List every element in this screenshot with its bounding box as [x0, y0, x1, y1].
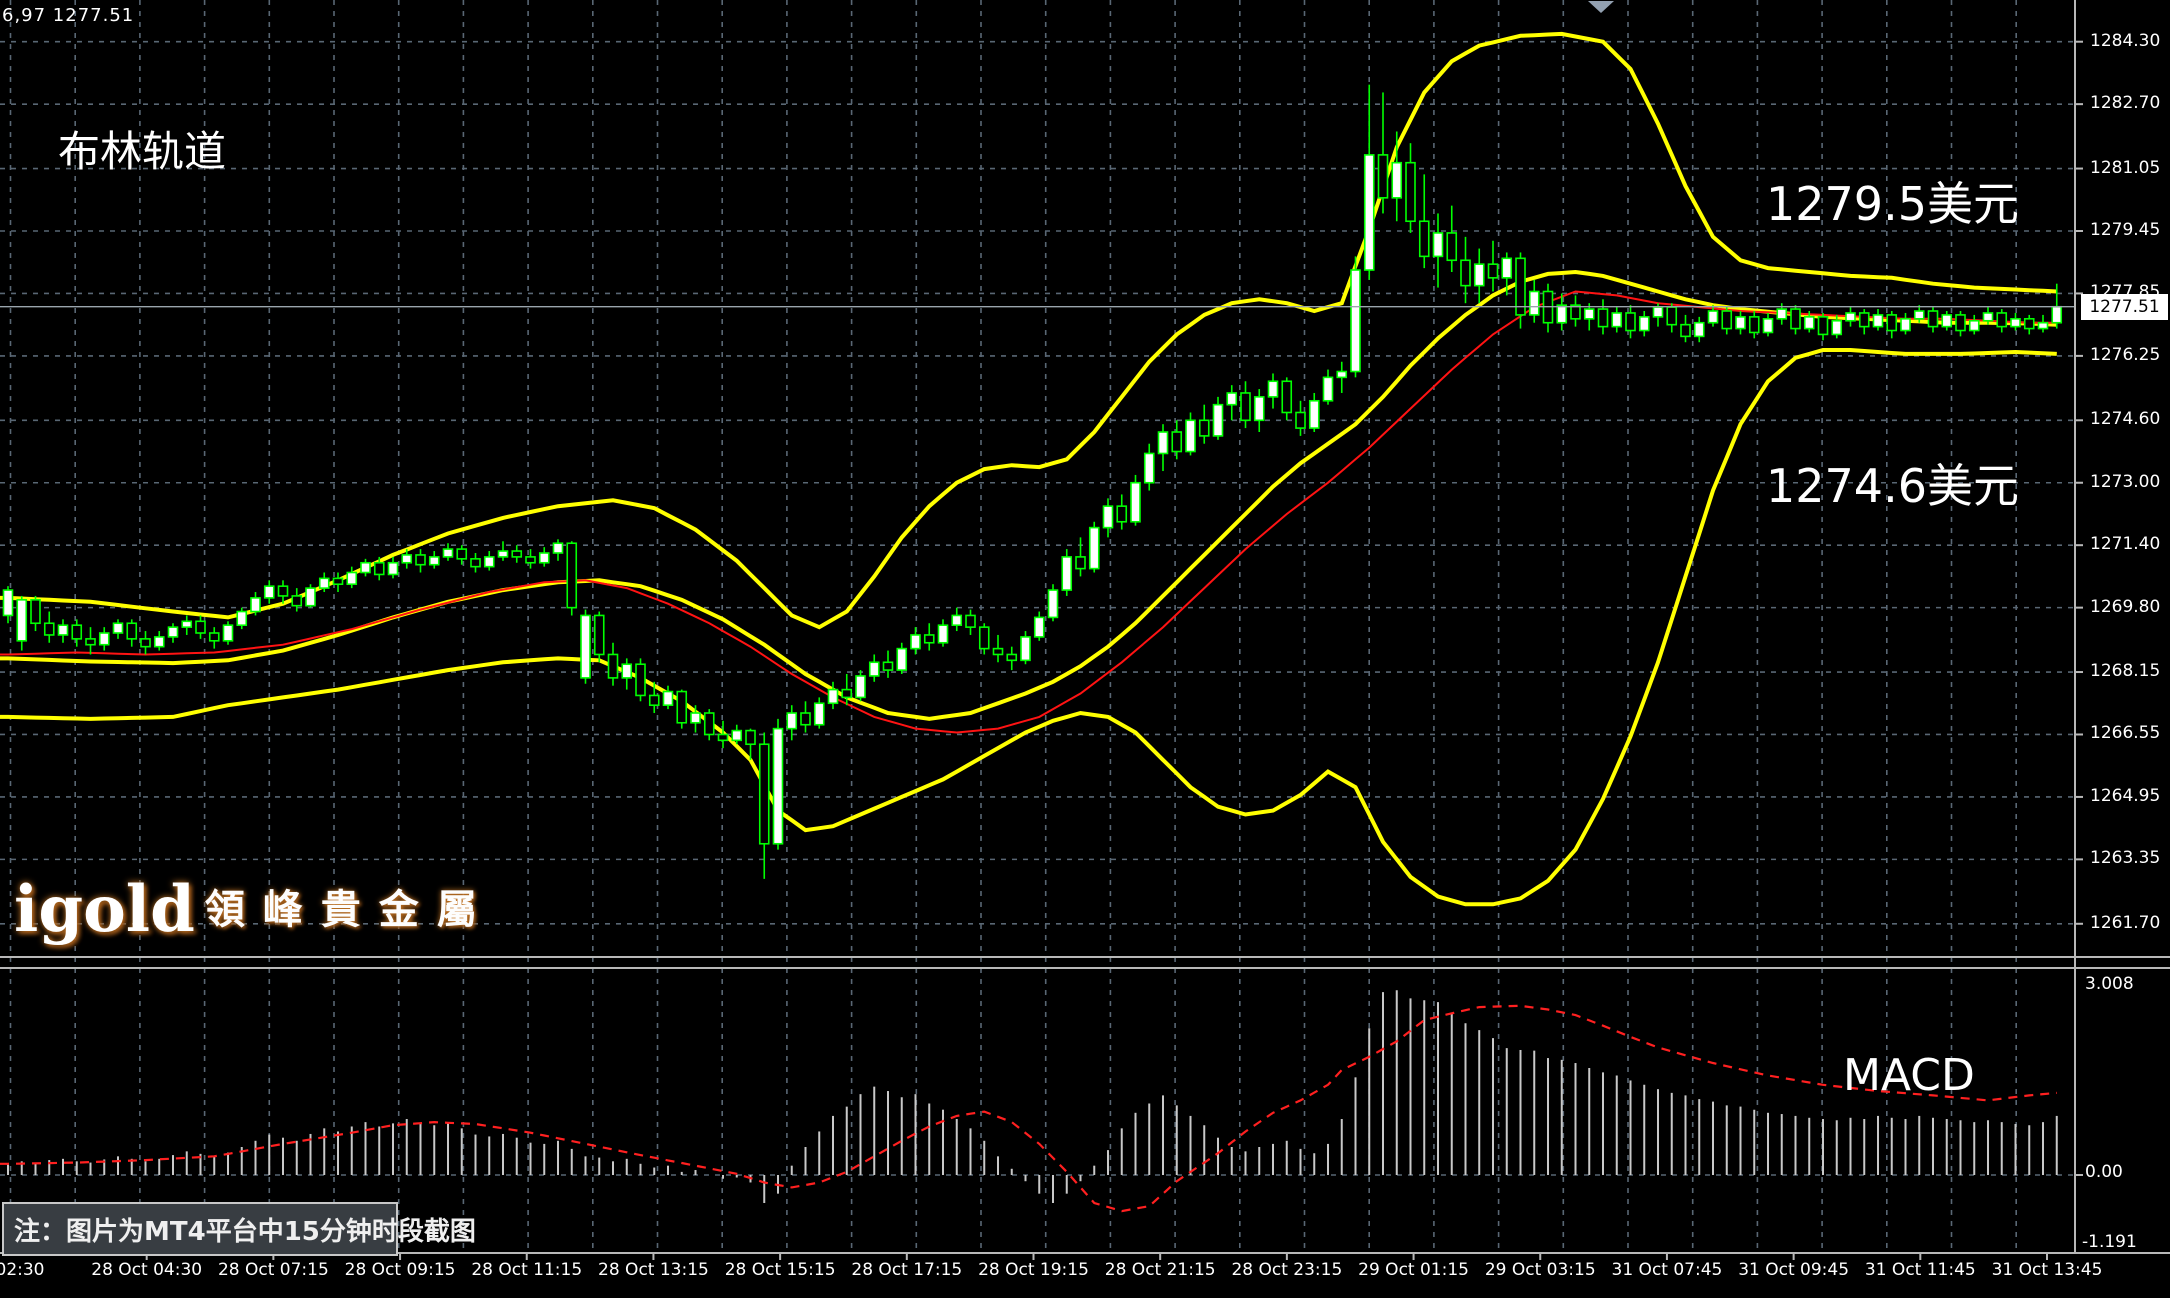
watermark-cjk-text: 領峰貴金屬	[205, 887, 495, 933]
lower-band-price-label: 1274.6美元	[1766, 450, 2019, 516]
macd-axis-max: 3.008	[2085, 976, 2134, 993]
candlesticks	[4, 85, 2062, 879]
screenshot-note-text: 注：图片为MT4平台中15分钟时段截图	[14, 1211, 476, 1248]
price-tick-label: 1264.95	[2090, 788, 2160, 805]
macd-signal-line	[0, 1006, 2057, 1211]
price-tick-label: 1263.35	[2090, 850, 2160, 867]
time-tick-label: 31 Oct 07:45	[1612, 1262, 1723, 1279]
price-tick-label: 1276.25	[2090, 347, 2160, 364]
macd-axis-min: -1.191	[2082, 1234, 2137, 1251]
mt4-chart-window: 6,97 1277.51 布林轨道 1279.5美元 1274.6美元 MACD…	[0, 0, 2170, 1298]
time-tick-label: 29 Oct 01:15	[1358, 1262, 1469, 1279]
price-tick-label: 1281.05	[2090, 160, 2160, 177]
macd-axis-zero: 0.00	[2085, 1164, 2123, 1181]
time-tick-label: 28 Oct 23:15	[1231, 1262, 1342, 1279]
igold-watermark: igold領峰貴金屬	[14, 872, 495, 947]
price-tick-label: 1273.00	[2090, 474, 2160, 491]
bollinger-lower	[0, 350, 2057, 904]
time-tick-label: 31 Oct 09:45	[1738, 1262, 1849, 1279]
quote-header: 6,97 1277.51	[2, 5, 134, 26]
bollinger-band-label: 布林轨道	[58, 118, 226, 179]
price-tick-label: 1284.30	[2090, 33, 2160, 50]
time-tick-label: 28 Oct 19:15	[978, 1262, 1089, 1279]
price-tick-label: 1266.55	[2090, 725, 2160, 742]
price-tick-label: 1269.80	[2090, 599, 2160, 616]
time-tick-label: 28 Oct 07:15	[218, 1262, 329, 1279]
time-tick-label: 28 Oct 11:15	[471, 1262, 582, 1279]
time-tick-label: 02:30	[0, 1262, 45, 1279]
time-tick-label: 28 Oct 04:30	[91, 1262, 202, 1279]
screenshot-note-box: 注：图片为MT4平台中15分钟时段截图	[2, 1202, 398, 1256]
bollinger-upper	[0, 34, 2057, 627]
macd-indicator-label: MACD	[1843, 1050, 1975, 1101]
price-tick-label: 1277.85	[2090, 284, 2160, 301]
time-tick-label: 28 Oct 09:15	[345, 1262, 456, 1279]
time-tick-label: 29 Oct 03:15	[1485, 1262, 1596, 1279]
price-tick-label: 1271.40	[2090, 536, 2160, 553]
price-tick-label: 1282.70	[2090, 95, 2160, 112]
time-tick-label: 28 Oct 21:15	[1105, 1262, 1216, 1279]
bollinger-bands	[0, 34, 2057, 904]
watermark-logo-text: igold	[14, 872, 195, 947]
price-tick-label: 1261.70	[2090, 915, 2160, 932]
price-tick-label: 1268.15	[2090, 663, 2160, 680]
scroll-position-marker-icon	[1588, 1, 1614, 13]
time-tick-label: 28 Oct 17:15	[851, 1262, 962, 1279]
price-tick-label: 1274.60	[2090, 411, 2160, 428]
price-tick-label: 1279.45	[2090, 222, 2160, 239]
red-moving-average	[0, 292, 2057, 733]
time-tick-label: 28 Oct 15:15	[725, 1262, 836, 1279]
time-tick-label: 31 Oct 11:45	[1865, 1262, 1976, 1279]
macd-histogram	[8, 990, 2057, 1203]
time-tick-label: 28 Oct 13:15	[598, 1262, 709, 1279]
upper-band-price-label: 1279.5美元	[1766, 168, 2019, 234]
time-tick-label: 31 Oct 13:45	[1992, 1262, 2103, 1279]
